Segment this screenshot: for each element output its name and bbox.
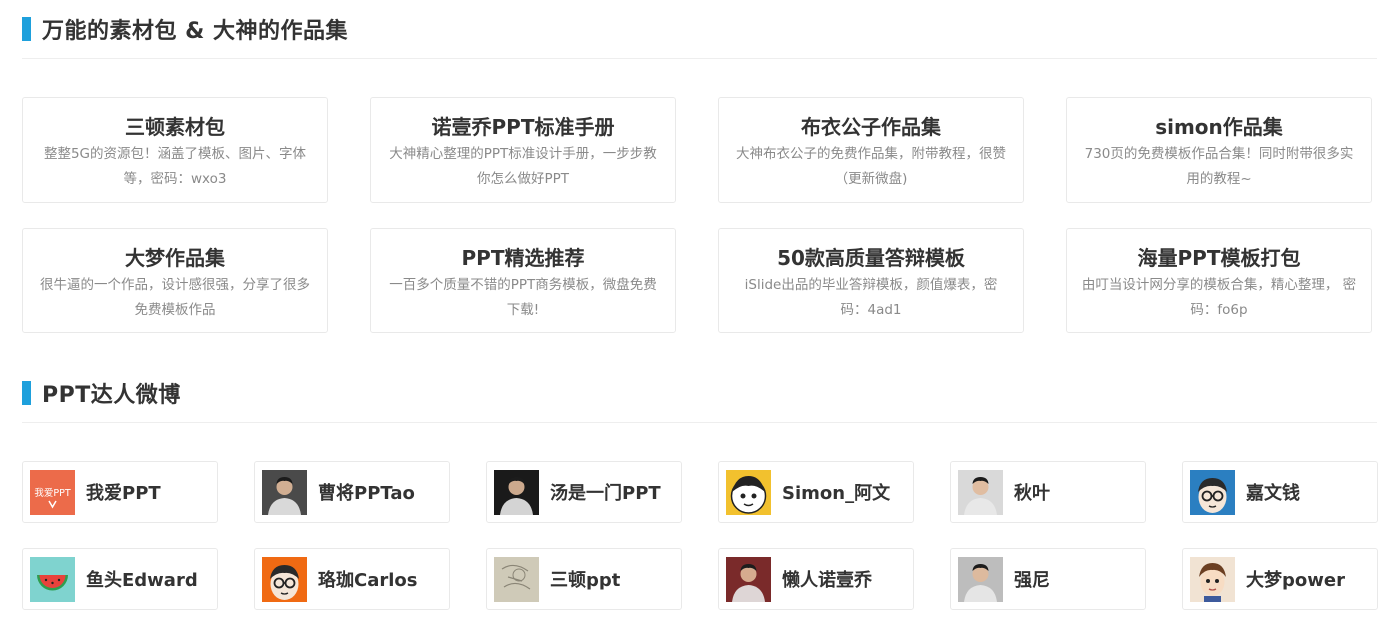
resource-card[interactable]: 布衣公子作品集大神布衣公子的免费作品集，附带教程，很赞（更新微盘) <box>718 97 1024 203</box>
person-photo-icon <box>726 556 771 602</box>
resource-card-description: 730页的免费模板作品合集！同时附带很多实用的教程~ <box>1084 146 1354 187</box>
weibo-person-card[interactable]: 三顿ppt <box>486 548 682 610</box>
section-divider <box>22 58 1377 59</box>
section-title-resources: 万能的素材包 & 大神的作品集 <box>22 17 348 44</box>
section-divider <box>22 422 1377 423</box>
resource-card-description: 整整5G的资源包！涵盖了模板、图片、字体等，密码：wxo3 <box>43 146 307 187</box>
resource-card-description: 大神精心整理的PPT标准设计手册，一步步教你怎么做好PPT <box>389 146 657 187</box>
resource-card-description: 一百多个质量不错的PPT商务模板，微盘免费下载! <box>389 277 657 318</box>
svg-text:我爱PPT: 我爱PPT <box>34 487 70 499</box>
weibo-person-card[interactable]: 秋叶 <box>950 461 1146 523</box>
resource-card[interactable]: 海量PPT模板打包由叮当设计网分享的模板合集，精心整理， 密码：fo6p <box>1066 228 1372 333</box>
weibo-person-card[interactable]: 鱼头Edward <box>22 548 218 610</box>
resource-card[interactable]: 大梦作品集很牛逼的一个作品，设计感很强，分享了很多免费模板作品 <box>22 228 328 333</box>
person-photo-icon <box>958 469 1003 515</box>
cartoon-face-icon <box>726 469 771 515</box>
cartoon-glasses-icon <box>262 556 307 602</box>
section-accent-bar <box>22 17 31 41</box>
cartoon-boy-icon <box>1190 556 1235 602</box>
section-title-weibo: PPT达人微博 <box>22 381 181 408</box>
resource-card-title: 诺壹乔PPT标准手册 <box>431 115 615 139</box>
weibo-person-name: 三顿ppt <box>550 570 621 591</box>
resource-card-description: 由叮当设计网分享的模板合集，精心整理， 密码：fo6p <box>1081 277 1357 318</box>
weibo-person-card[interactable]: 曹将PPTao <box>254 461 450 523</box>
watermelon-icon <box>30 556 75 602</box>
weibo-person-name: 珞珈Carlos <box>318 570 418 591</box>
resource-card-title: 布衣公子作品集 <box>801 115 941 139</box>
resource-card-title: 50款高质量答辩模板 <box>777 246 965 270</box>
woai-ppt-logo-icon: 我爱PPT <box>30 469 75 515</box>
weibo-person-card[interactable]: 嘉文钱 <box>1182 461 1378 523</box>
section-title-text: PPT达人微博 <box>42 383 181 408</box>
section-title-text: 万能的素材包 & 大神的作品集 <box>42 19 349 44</box>
weibo-person-card[interactable]: 大梦power <box>1182 548 1378 610</box>
weibo-person-name: 鱼头Edward <box>86 570 198 591</box>
weibo-person-card[interactable]: Simon_阿文 <box>718 461 914 523</box>
weibo-person-card[interactable]: 珞珈Carlos <box>254 548 450 610</box>
resource-card-title: simon作品集 <box>1155 115 1283 139</box>
person-photo-icon <box>494 469 539 515</box>
resource-card-title: PPT精选推荐 <box>461 246 585 270</box>
resource-card[interactable]: 三顿素材包整整5G的资源包！涵盖了模板、图片、字体等，密码：wxo3 <box>22 97 328 203</box>
weibo-person-name: 懒人诺壹乔 <box>782 570 872 591</box>
weibo-person-name: 大梦power <box>1246 570 1345 591</box>
person-photo-icon <box>958 556 1003 602</box>
resource-card[interactable]: 诺壹乔PPT标准手册大神精心整理的PPT标准设计手册，一步步教你怎么做好PPT <box>370 97 676 203</box>
weibo-person-card[interactable]: 懒人诺壹乔 <box>718 548 914 610</box>
resource-card-title: 大梦作品集 <box>125 246 225 270</box>
resource-grid: 三顿素材包整整5G的资源包！涵盖了模板、图片、字体等，密码：wxo3 诺壹乔PPT… <box>22 97 1374 333</box>
cartoon-glasses-icon <box>1190 469 1235 515</box>
weibo-person-card[interactable]: 汤是一门PPT <box>486 461 682 523</box>
weibo-person-name: 秋叶 <box>1014 483 1050 504</box>
resource-card[interactable]: 50款高质量答辩模板 iSlide出品的毕业答辩模板，颜值爆表，密码：4ad1 <box>718 228 1024 333</box>
sketch-icon <box>494 556 539 602</box>
resource-card-description: 很牛逼的一个作品，设计感很强，分享了很多免费模板作品 <box>40 277 310 318</box>
resource-card-title: 海量PPT模板打包 <box>1137 246 1301 270</box>
weibo-person-name: 强尼 <box>1014 570 1050 591</box>
resource-card-title: 三顿素材包 <box>125 115 225 139</box>
weibo-person-card[interactable]: 我爱PPT 我爱PPT <box>22 461 218 523</box>
resource-card[interactable]: simon作品集 730页的免费模板作品合集！同时附带很多实用的教程~ <box>1066 97 1372 203</box>
weibo-person-name: Simon_阿文 <box>782 483 891 504</box>
weibo-person-name: 汤是一门PPT <box>550 483 661 504</box>
resource-card-description: 大神布衣公子的免费作品集，附带教程，很赞（更新微盘) <box>736 146 1006 187</box>
weibo-people-grid: 我爱PPT 我爱PPT 曹将PPTao 汤是一门PPT Simon_阿文 秋叶 嘉文钱鱼头E… <box>22 461 1378 610</box>
weibo-person-name: 曹将PPTao <box>318 483 415 504</box>
resource-card[interactable]: PPT精选推荐一百多个质量不错的PPT商务模板，微盘免费下载! <box>370 228 676 333</box>
weibo-person-name: 我爱PPT <box>86 483 161 504</box>
weibo-person-name: 嘉文钱 <box>1246 483 1300 504</box>
weibo-person-card[interactable]: 强尼 <box>950 548 1146 610</box>
person-photo-icon <box>262 469 307 515</box>
section-accent-bar <box>22 381 31 405</box>
resource-card-description: iSlide出品的毕业答辩模板，颜值爆表，密码：4ad1 <box>744 277 998 318</box>
